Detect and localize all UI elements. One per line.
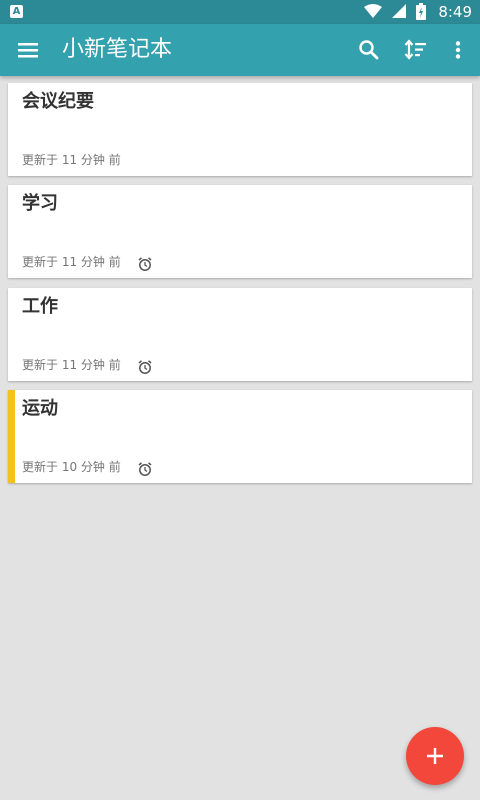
note-updated: 更新于 11 分钟 前 [22, 255, 121, 269]
note-title: 运动 [22, 398, 58, 419]
signal-icon [391, 4, 406, 18]
wifi-icon [363, 4, 382, 18]
note-updated: 更新于 11 分钟 前 [22, 153, 121, 167]
note-title: 工作 [22, 296, 58, 317]
note-card[interactable]: 会议纪要 更新于 11 分钟 前 [8, 83, 472, 176]
note-title: 会议纪要 [22, 91, 94, 112]
system-icons [360, 3, 426, 21]
note-color-marker [8, 390, 15, 483]
add-note-button[interactable] [406, 727, 464, 785]
alarm-icon [138, 360, 152, 374]
sort-icon[interactable] [402, 36, 430, 64]
app-bar: 小新笔记本 [0, 24, 480, 76]
add-icon [427, 748, 443, 764]
note-title: 学习 [22, 193, 58, 214]
menu-icon[interactable] [14, 36, 42, 64]
note-card[interactable]: 运动 更新于 10 分钟 前 [8, 390, 472, 483]
note-updated: 更新于 10 分钟 前 [22, 460, 121, 474]
more-vert-icon[interactable] [444, 36, 472, 64]
battery-icon [416, 3, 426, 20]
app-title: 小新笔记本 [62, 37, 173, 62]
alarm-icon [138, 257, 152, 271]
alarm-icon [138, 462, 152, 476]
status-bar: A 8:49 [0, 0, 480, 24]
status-time: 8:49 [438, 3, 472, 21]
notification-icon: A [10, 5, 23, 18]
search-icon[interactable] [355, 36, 383, 64]
note-card[interactable]: 工作 更新于 11 分钟 前 [8, 288, 472, 381]
note-updated: 更新于 11 分钟 前 [22, 358, 121, 372]
note-card[interactable]: 学习 更新于 11 分钟 前 [8, 185, 472, 278]
